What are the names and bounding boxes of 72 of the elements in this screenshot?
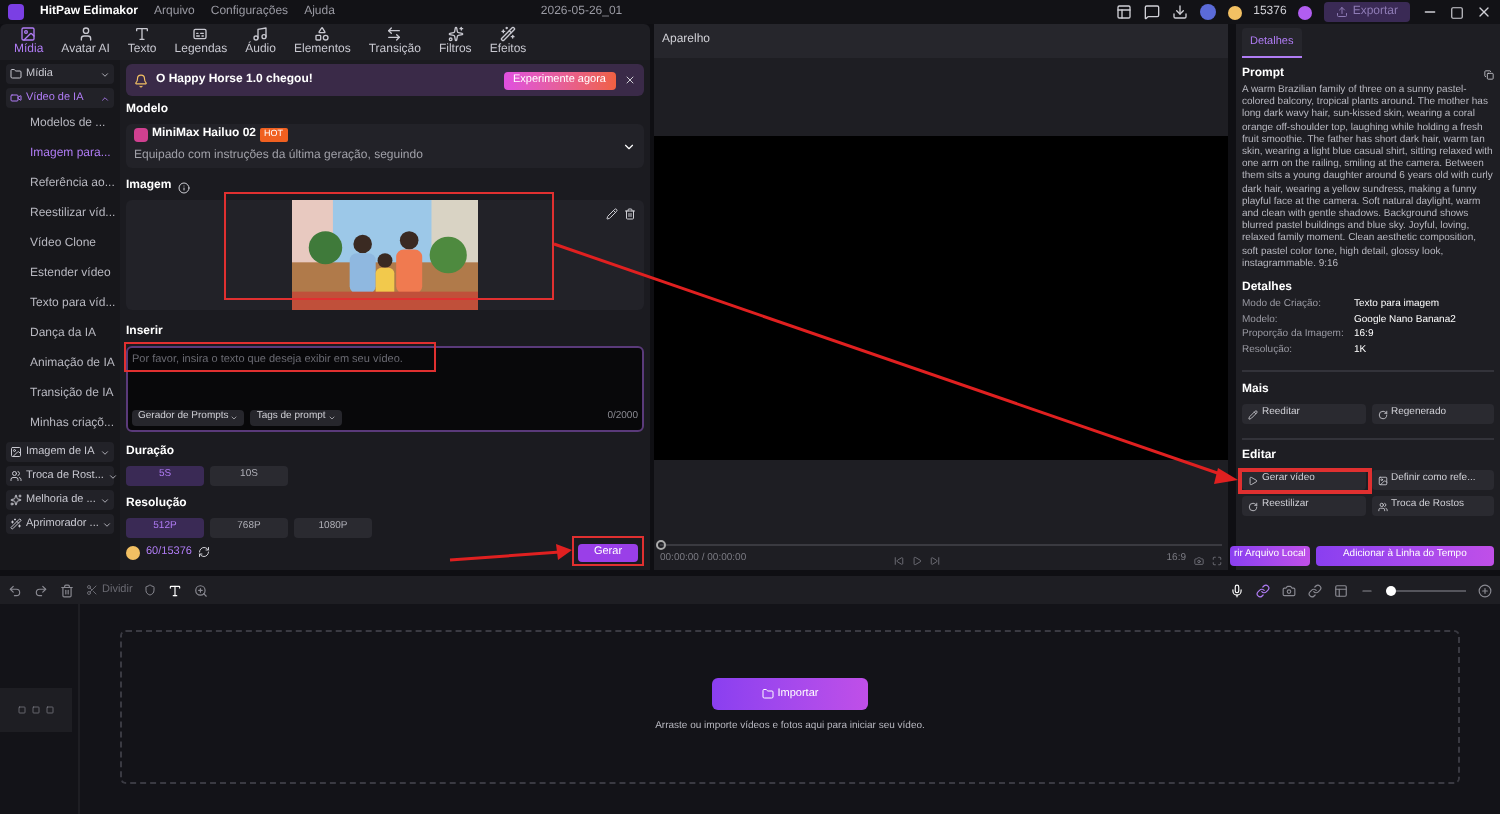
- annotation-arrow: [449, 544, 572, 562]
- close-icon[interactable]: [624, 74, 636, 86]
- section-icon: [10, 92, 22, 104]
- camera-icon[interactable]: [1282, 583, 1296, 597]
- copy-icon[interactable]: [1484, 70, 1494, 80]
- caret-icon: [100, 69, 110, 79]
- gem-icon: [1298, 5, 1313, 19]
- play-icon[interactable]: [912, 555, 923, 565]
- people-icon: [1377, 501, 1387, 512]
- section-icon: [10, 518, 22, 530]
- microphone-icon[interactable]: [1230, 583, 1244, 597]
- shield-icon[interactable]: [144, 584, 157, 596]
- avatar[interactable]: [1199, 4, 1216, 20]
- tab-icon: [314, 25, 331, 41]
- caret-icon: [100, 495, 110, 505]
- bell-icon: [134, 73, 148, 87]
- refresh-icon: [1248, 501, 1258, 512]
- section-icon: [10, 68, 22, 80]
- chat-icon[interactable]: [1143, 4, 1160, 20]
- model-logo-icon: [134, 128, 148, 142]
- text-icon[interactable]: [168, 583, 183, 597]
- tab-icon: [447, 25, 464, 41]
- tab-icon: [252, 25, 269, 41]
- tab-icon: [77, 25, 94, 41]
- layout-icon[interactable]: [1115, 4, 1132, 20]
- zoom-in-icon[interactable]: [1478, 583, 1492, 597]
- next-icon[interactable]: [930, 555, 941, 565]
- link-icon[interactable]: [1256, 583, 1270, 597]
- delete-icon[interactable]: [60, 583, 74, 597]
- section-icon: [10, 470, 22, 482]
- caret-icon: [100, 447, 110, 457]
- link-icon[interactable]: [1308, 583, 1322, 597]
- caret-icon: [107, 471, 118, 481]
- zoom-handle[interactable]: [1386, 585, 1396, 595]
- image-icon: [1377, 475, 1387, 486]
- zoom-icon[interactable]: [194, 583, 209, 597]
- tab-icon: [386, 25, 403, 41]
- caret-icon: [100, 93, 110, 103]
- coin-icon: [126, 545, 140, 559]
- tab-icon: [499, 25, 516, 41]
- redo-icon[interactable]: [34, 583, 48, 597]
- tab-icon: [20, 25, 37, 41]
- camera-icon[interactable]: [1194, 555, 1204, 565]
- restore-icon[interactable]: [1450, 5, 1464, 19]
- section-icon: [10, 446, 22, 458]
- playhead-handle[interactable]: [656, 540, 666, 550]
- highlight-frame: [1238, 468, 1372, 494]
- image-upload-area[interactable]: [126, 200, 644, 310]
- tab-icon: [134, 25, 151, 41]
- highlight-frame: [572, 536, 644, 566]
- coin-icon: [1227, 5, 1242, 19]
- refresh-icon: [1377, 409, 1387, 420]
- dropdown-caret-icon: [622, 139, 636, 153]
- undo-icon[interactable]: [8, 583, 22, 597]
- fullscreen-icon[interactable]: [1212, 555, 1222, 565]
- scissors-icon: [86, 584, 98, 596]
- app-logo-icon: [8, 4, 24, 20]
- tab-icon: [192, 25, 209, 41]
- edit-icon[interactable]: [606, 208, 618, 220]
- track-icon[interactable]: [1334, 583, 1348, 597]
- section-icon: [10, 494, 22, 506]
- info-icon: [177, 181, 190, 193]
- download-icon[interactable]: [1171, 4, 1188, 20]
- play-icon: [1248, 475, 1258, 486]
- caret-icon: [102, 519, 113, 529]
- close-icon[interactable]: [1476, 4, 1492, 20]
- delete-icon[interactable]: [624, 208, 636, 220]
- pencil-icon: [1248, 409, 1258, 420]
- previous-icon[interactable]: [894, 555, 905, 565]
- upload-icon: [1336, 6, 1349, 18]
- folder-icon: [761, 688, 774, 701]
- refresh-icon[interactable]: [197, 546, 210, 558]
